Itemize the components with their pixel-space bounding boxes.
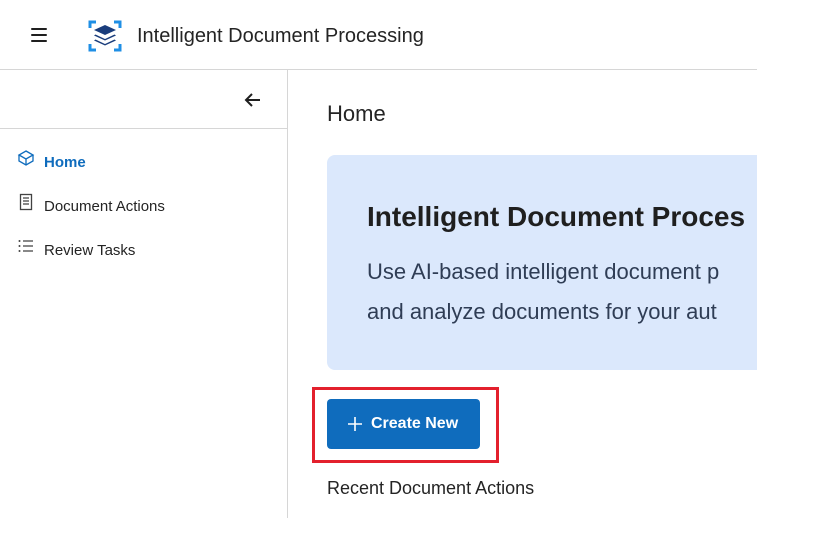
sidebar-item-label: Home xyxy=(44,154,86,171)
list-icon xyxy=(18,240,33,252)
sidebar-divider xyxy=(0,128,287,129)
arrow-left-icon[interactable] xyxy=(242,89,264,111)
hero-description-line: Use AI-based intelligent document p xyxy=(367,259,720,284)
window-edge xyxy=(757,0,813,545)
sidebar-item-review-tasks[interactable]: Review Tasks xyxy=(0,229,287,269)
create-new-label: Create New xyxy=(371,415,459,432)
page-title: Home xyxy=(327,101,386,126)
sidebar-item-document-actions[interactable]: Document Actions xyxy=(0,185,287,225)
cube-icon xyxy=(17,150,35,166)
hero-banner: Intelligent Document Proces Use AI-based… xyxy=(327,155,757,370)
stack-scan-logo-icon xyxy=(88,20,122,52)
document-icon xyxy=(19,193,33,211)
create-new-button[interactable]: Create New xyxy=(327,399,480,449)
plus-icon xyxy=(348,417,362,431)
sidebar-item-label: Document Actions xyxy=(44,198,165,215)
sidebar-item-label: Review Tasks xyxy=(44,242,136,259)
hero-title: Intelligent Document Proces xyxy=(367,201,746,232)
main-content: Home Intelligent Document Proces Use AI-… xyxy=(288,70,757,545)
top-header: Intelligent Document Processing xyxy=(0,0,757,70)
app-window: Intelligent Document Processing Home Doc… xyxy=(0,0,757,545)
sidebar-item-home[interactable]: Home xyxy=(0,141,287,181)
sidebar: Home Document Actions Review Tasks xyxy=(0,70,288,518)
hero-description-line: and analyze documents for your aut xyxy=(367,299,717,324)
recent-document-actions-heading: Recent Document Actions xyxy=(327,478,535,498)
hamburger-menu-icon[interactable] xyxy=(29,25,49,45)
app-title: Intelligent Document Processing xyxy=(137,25,424,47)
